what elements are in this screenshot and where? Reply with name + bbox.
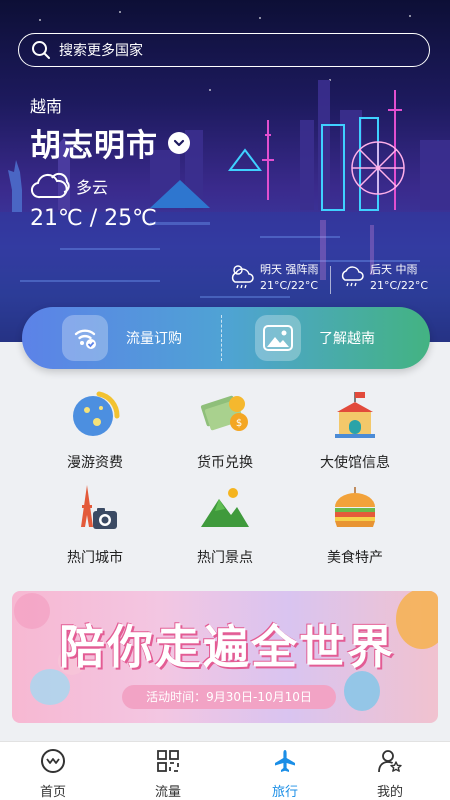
home-smile-icon [41, 749, 65, 773]
quick-actions-card: 流量订购 了解越南 [22, 307, 430, 369]
tab-home[interactable]: 首页 [13, 748, 93, 800]
tab-data[interactable]: 流量 [128, 748, 208, 800]
city-selector[interactable]: 胡志明市 [30, 120, 190, 165]
grid-label: 大使馆信息 [320, 455, 390, 471]
tab-travel[interactable]: 旅行 [245, 748, 325, 800]
user-star-icon [378, 750, 402, 773]
tab-label: 旅行 [271, 785, 298, 800]
weather-condition: 多云 [76, 178, 109, 197]
rain-cloud-icon [341, 266, 364, 287]
tab-label: 我的 [376, 785, 403, 800]
forecast-temp: 21°C/22°C [260, 279, 319, 292]
tab-label: 流量 [154, 785, 181, 800]
grid-label: 热门城市 [67, 550, 123, 566]
grid-item-attractions[interactable]: 热门景点 [165, 481, 285, 567]
bottom-tab-bar: 首页 流量 旅行 我的 [0, 741, 450, 800]
country-label: 越南 [30, 97, 63, 116]
banner-title: 陪你走遍全世界 [59, 620, 395, 674]
forecast-tomorrow: 明天 强阵雨 21°C/22°C [230, 262, 319, 294]
forecast-day-after: 后天 中雨 21°C/22°C [340, 262, 428, 294]
search-placeholder: 搜索更多国家 [59, 43, 143, 59]
embassy-icon [335, 392, 375, 438]
grid-label: 热门景点 [197, 550, 253, 566]
chevron-down-icon[interactable] [168, 131, 190, 154]
grid-label: 漫游资费 [67, 455, 123, 471]
search-icon [32, 41, 50, 59]
mountain-sun-icon [201, 488, 249, 527]
data-subscribe-label: 流量订购 [126, 331, 182, 347]
forecast-divider [330, 266, 331, 294]
grid-label: 货币兑换 [197, 455, 253, 471]
grid-item-currency[interactable]: $ 货币兑换 [165, 386, 285, 472]
eiffel-camera-icon [81, 485, 117, 529]
wifi-check-icon [62, 315, 108, 361]
forecast-temp: 21°C/22°C [370, 279, 429, 292]
learn-country-button[interactable]: 了解越南 [255, 307, 375, 369]
banner-date: 活动时间：9月30日-10月10日 [122, 685, 336, 709]
current-weather: 多云 [30, 172, 108, 200]
money-exchange-icon: $ [200, 395, 248, 431]
plane-icon [275, 750, 295, 772]
forecast-label: 后天 中雨 [370, 263, 418, 276]
forecast-label: 明天 强阵雨 [260, 263, 319, 276]
grid-item-roaming[interactable]: 漫游资费 [35, 386, 155, 472]
burger-icon [335, 487, 375, 527]
roaming-planet-icon [73, 391, 120, 436]
grid-item-hot-cities[interactable]: 热门城市 [35, 481, 155, 567]
grid-item-embassy[interactable]: 大使馆信息 [295, 386, 415, 472]
data-subscribe-button[interactable]: 流量订购 [62, 307, 182, 369]
promo-banner[interactable]: 陪你走遍全世界 活动时间：9月30日-10月10日 [12, 591, 438, 723]
rain-cloud-icon [231, 265, 254, 289]
tab-label: 首页 [39, 785, 66, 800]
city-name: 胡志明市 [30, 128, 158, 164]
svg-text:$: $ [236, 418, 242, 429]
quick-divider [221, 315, 222, 361]
grid-item-food[interactable]: 美食特产 [295, 481, 415, 567]
cloudy-icon [30, 172, 70, 199]
hero-banner: 搜索更多国家 越南 胡志明市 多云 21℃ / 25℃ 明天 强阵雨 21°C/… [0, 0, 450, 342]
current-temperature: 21℃ / 25℃ [30, 206, 157, 231]
search-bar[interactable]: 搜索更多国家 [18, 33, 430, 67]
image-mountain-icon [255, 315, 301, 361]
data-grid-icon [157, 750, 179, 772]
learn-country-label: 了解越南 [319, 331, 375, 347]
grid-label: 美食特产 [327, 550, 383, 566]
tab-profile[interactable]: 我的 [350, 748, 430, 800]
